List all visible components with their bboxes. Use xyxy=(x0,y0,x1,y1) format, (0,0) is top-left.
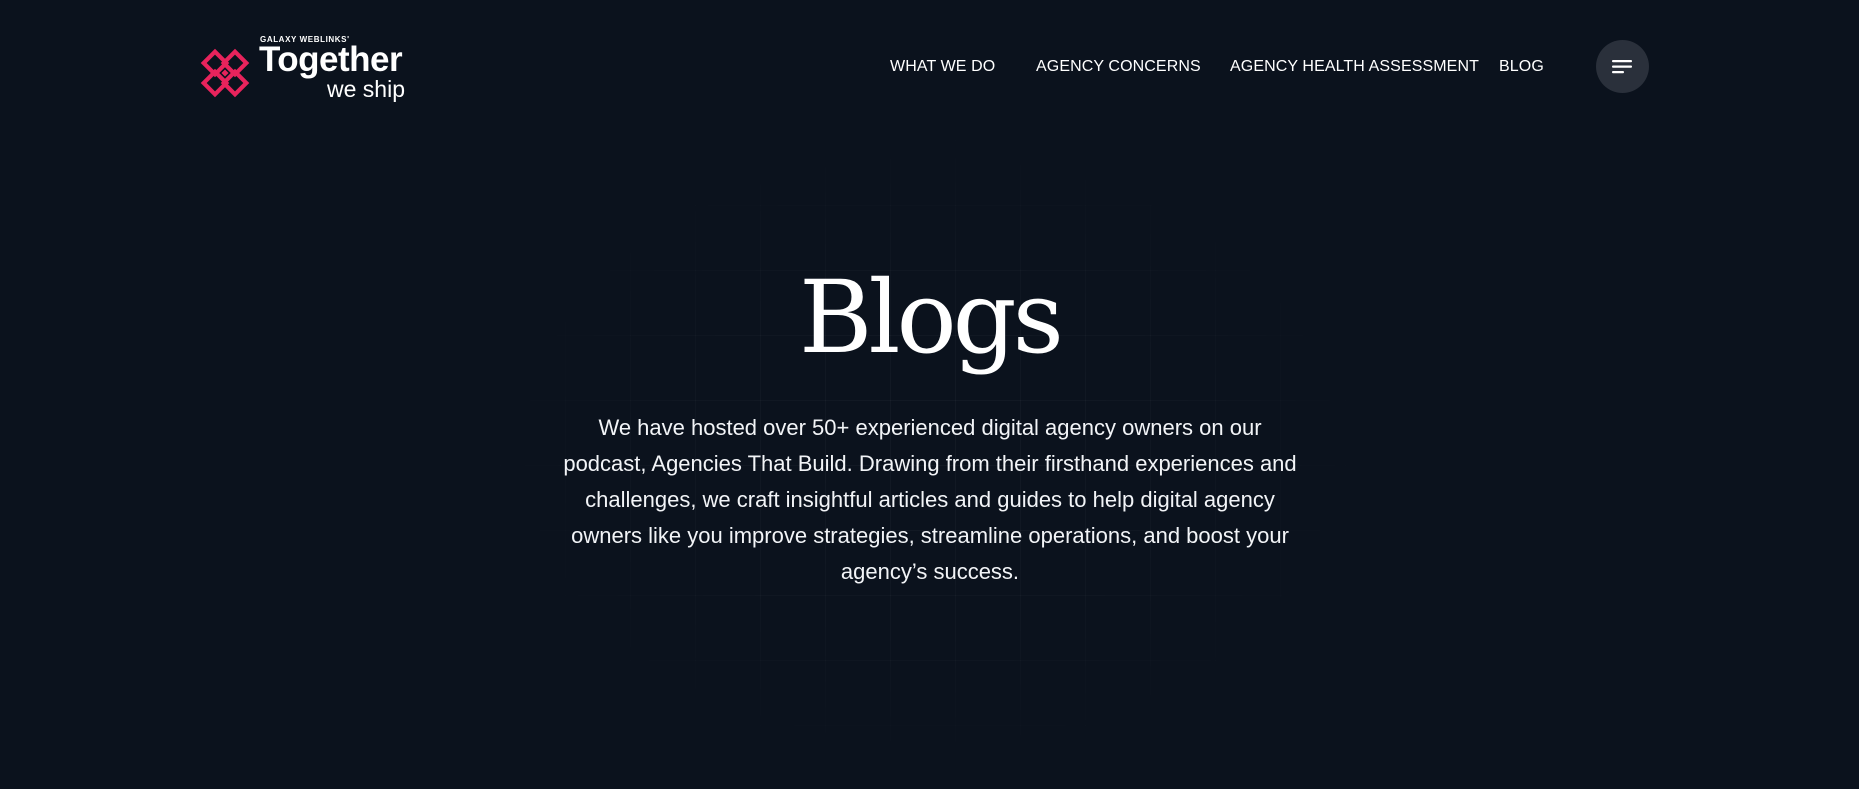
menu-button[interactable] xyxy=(1596,40,1649,93)
site-header: GALAXY WEBLINKS' Together we ship WHAT W… xyxy=(0,0,1859,134)
logo-sub-text: we ship xyxy=(327,76,405,102)
page-title: Blogs xyxy=(798,259,1064,376)
nav-link-agency-concerns[interactable]: AGENCY CONCERNS xyxy=(1036,56,1201,78)
hero-description: We have hosted over 50+ experienced digi… xyxy=(563,415,1297,584)
nav-link-agency-health-assessment[interactable]: AGENCY HEALTH ASSESSMENT xyxy=(1230,56,1479,78)
nav-link-what-we-do[interactable]: WHAT WE DO xyxy=(890,56,995,78)
nav-link-blog[interactable]: BLOG xyxy=(1499,56,1544,78)
menu-lines-icon xyxy=(1612,60,1632,74)
main-nav: WHAT WE DO AGENCY CONCERNS AGENCY HEALTH… xyxy=(0,56,1859,78)
